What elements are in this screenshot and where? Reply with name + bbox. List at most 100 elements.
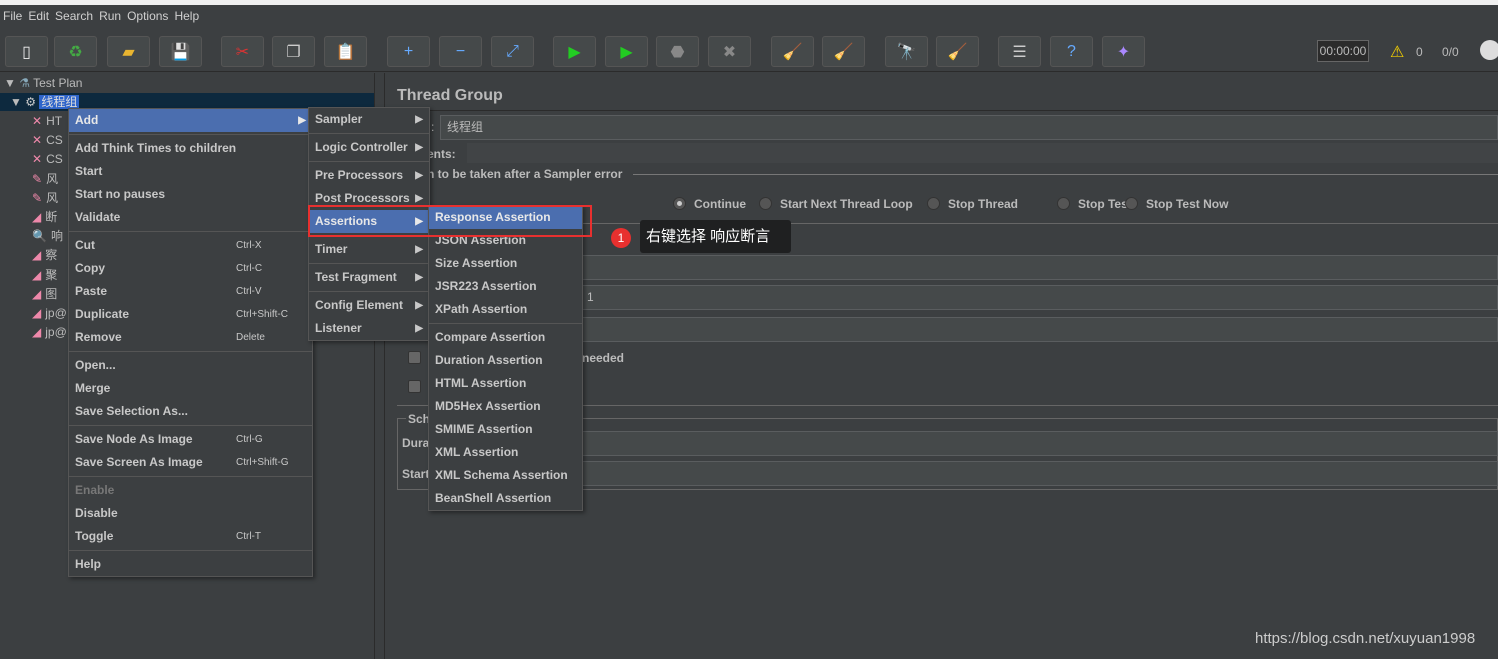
radio-label: Stop Test [1078,197,1132,211]
ramp-up-field[interactable]: 1 [580,285,1498,310]
tree-node[interactable]: ◢ 断 [32,208,57,226]
menu-item-save-screen-as-image[interactable]: Save Screen As Image Ctrl+Shift-G [69,451,312,474]
startup-delay-label: Start [402,467,430,481]
expand-icon[interactable]: ▼ [10,95,22,109]
tree-node[interactable]: ◢ 聚 [32,266,57,284]
menu-item-sampler[interactable]: Sampler ▶ [309,108,429,131]
tree-node[interactable]: ✎ 风 [32,170,58,188]
menu-item-enable[interactable]: Enable [69,479,312,502]
tree-node[interactable]: ◢ 图 [32,285,57,303]
remote-button[interactable]: ✦ [1102,36,1145,67]
collapse-button[interactable]: − [439,36,482,67]
menu-item-test-fragment[interactable]: Test Fragment ▶ [309,266,429,289]
menu-item-pre-processors[interactable]: Pre Processors ▶ [309,164,429,187]
divider [385,110,1498,111]
scheduler-checkbox[interactable] [408,380,421,393]
tree-node[interactable]: ✕ CS [32,131,63,149]
menu-item-logic-controller[interactable]: Logic Controller ▶ [309,136,429,159]
menu-item-md5hex-assertion[interactable]: MD5Hex Assertion [429,395,582,418]
clear-all-button[interactable]: 🧹 [822,36,865,67]
menu-item-disable[interactable]: Disable [69,502,312,525]
expand-button[interactable]: + [387,36,430,67]
menu-item-start[interactable]: Start [69,160,312,183]
copy-button[interactable]: ❐ [272,36,315,67]
menu-item-copy[interactable]: Copy Ctrl-C [69,257,312,280]
function-helper-button[interactable]: ☰ [998,36,1041,67]
menu-item-smime-assertion[interactable]: SMIME Assertion [429,418,582,441]
help-button[interactable]: ? [1050,36,1093,67]
menu-item-duration-assertion[interactable]: Duration Assertion [429,349,582,372]
templates-button[interactable]: ♻ [54,36,97,67]
warning-icon[interactable]: ⚠ [1390,42,1404,62]
menu-separator [309,133,429,134]
menu-item-config-element[interactable]: Config Element ▶ [309,294,429,317]
save-button[interactable]: 💾 [159,36,202,67]
startup-delay-field[interactable] [430,461,1498,486]
clear-button[interactable]: 🧹 [771,36,814,67]
menu-item-xml-assertion[interactable]: XML Assertion [429,441,582,464]
menu-item-add[interactable]: Add ▶ [69,109,312,132]
menu-search[interactable]: Search [52,5,96,23]
cut-button[interactable]: ✂ [221,36,264,67]
menu-item-beanshell-assertion[interactable]: BeanShell Assertion [429,487,582,510]
menu-item-xpath-assertion[interactable]: XPath Assertion [429,298,582,321]
menu-item-jsr223-assertion[interactable]: JSR223 Assertion [429,275,582,298]
menu-item-toggle[interactable]: Toggle Ctrl-T [69,525,312,548]
search-button[interactable]: 🔭 [885,36,928,67]
start-button[interactable]: ▶ [553,36,596,67]
menu-item-help[interactable]: Help [69,553,312,576]
start-no-pause-button[interactable]: ▶ [605,36,648,67]
menu-item-save-node-as-image[interactable]: Save Node As Image Ctrl-G [69,428,312,451]
menu-item-paste[interactable]: Paste Ctrl-V [69,280,312,303]
tree-node-test-plan[interactable]: ▼ ⚗ Test Plan [4,74,82,92]
open-button[interactable]: ▰ [107,36,150,67]
menu-run[interactable]: Run [96,5,124,23]
menu-item-listener[interactable]: Listener ▶ [309,317,429,340]
tree-node[interactable]: ◢ 察 [32,246,57,264]
menu-item-merge[interactable]: Merge [69,377,312,400]
menu-item-validate[interactable]: Validate [69,206,312,229]
reset-search-button[interactable]: 🧹 [936,36,979,67]
toggle-button[interactable]: ⤢ [491,36,534,67]
paste-button[interactable]: 📋 [324,36,367,67]
tree-node[interactable]: ◢ jp@ [32,323,67,341]
menu-file[interactable]: File [0,5,25,23]
comments-field[interactable] [467,143,1498,163]
new-button[interactable]: ▯ [5,36,48,67]
toolbar: ▯ ♻ ▰ 💾 ✂ ❐ 📋 + − ⤢ ▶ ▶ ⬣ ✖ 🧹 🧹 🔭 🧹 ☰? ✦ [0,30,1498,72]
menu-item-save-selection-as[interactable]: Save Selection As... [69,400,312,423]
radio-stop-thread[interactable] [927,197,940,210]
radio-start-next-thread-loop[interactable] [759,197,772,210]
menu-help[interactable]: Help [171,5,202,23]
menu-item-remove[interactable]: Remove Delete [69,326,312,349]
menu-item-add-think-times-to-children[interactable]: Add Think Times to children [69,137,312,160]
duration-field[interactable] [430,431,1498,456]
tree-node[interactable]: ✕ CS [32,150,63,168]
tree-node[interactable]: 🔍 响 [32,227,63,245]
menu-item-open[interactable]: Open... [69,354,312,377]
menu-item-html-assertion[interactable]: HTML Assertion [429,372,582,395]
radio-stop-test[interactable] [1057,197,1070,210]
delay-thread-checkbox[interactable] [408,351,421,364]
radio-stop-test-now[interactable] [1125,197,1138,210]
threads-field[interactable] [580,255,1498,280]
radio-continue[interactable] [673,197,686,210]
menu-item-xml-schema-assertion[interactable]: XML Schema Assertion [429,464,582,487]
tree-node[interactable]: ✎ 风 [32,189,58,207]
menu-item-start-no-pauses[interactable]: Start no pauses [69,183,312,206]
menu-item-timer[interactable]: Timer ▶ [309,238,429,261]
stop-button[interactable]: ⬣ [656,36,699,67]
shutdown-button[interactable]: ✖ [708,36,751,67]
tree-node[interactable]: ◢ jp@ [32,304,67,322]
name-field[interactable]: 线程组 [440,115,1498,140]
menu-item-compare-assertion[interactable]: Compare Assertion [429,326,582,349]
expand-icon[interactable]: ▼ [4,76,16,90]
menu-item-cut[interactable]: Cut Ctrl-X [69,234,312,257]
menu-item-size-assertion[interactable]: Size Assertion [429,252,582,275]
loop-count-field[interactable] [580,317,1498,342]
menu-options[interactable]: Options [124,5,171,23]
flask-icon: ⚗ [19,76,30,90]
tree-node[interactable]: ✕ HT [32,112,62,130]
menu-item-duplicate[interactable]: Duplicate Ctrl+Shift-C [69,303,312,326]
menu-edit[interactable]: Edit [25,5,52,23]
